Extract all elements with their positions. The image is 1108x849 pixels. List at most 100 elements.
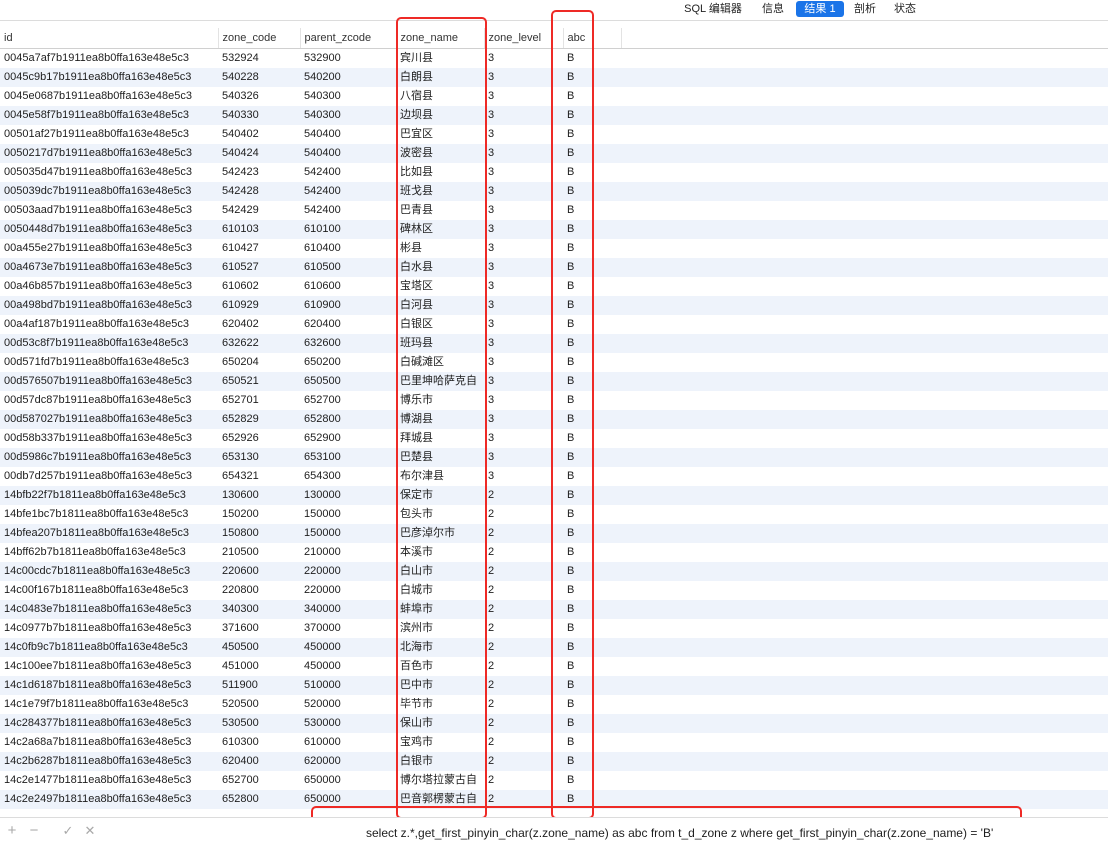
cell-abc[interactable]: B bbox=[563, 125, 621, 144]
cell-parent-zcode[interactable]: 150000 bbox=[300, 524, 396, 543]
tab-info[interactable]: 信息 bbox=[756, 1, 790, 17]
cell-abc[interactable]: B bbox=[563, 524, 621, 543]
cell-id[interactable]: 00d587027b1911ea8b0ffa163e48e5c3 bbox=[0, 410, 218, 429]
cell-parent-zcode[interactable]: 650000 bbox=[300, 771, 396, 790]
cell-zone-code[interactable]: 620402 bbox=[218, 315, 300, 334]
cell-zone-level[interactable]: 3 bbox=[484, 429, 563, 448]
cell-zone-name[interactable]: 彬县 bbox=[396, 239, 484, 258]
cell-zone-name[interactable]: 巴中市 bbox=[396, 676, 484, 695]
cell-id[interactable]: 14c00f167b1811ea8b0ffa163e48e5c3 bbox=[0, 581, 218, 600]
cell-id[interactable]: 0050448d7b1911ea8b0ffa163e48e5c3 bbox=[0, 220, 218, 239]
cell-zone-code[interactable]: 540402 bbox=[218, 125, 300, 144]
cell-zone-code[interactable]: 620400 bbox=[218, 752, 300, 771]
cell-abc[interactable]: B bbox=[563, 562, 621, 581]
table-row[interactable]: 14bfb22f7b1811ea8b0ffa163e48e5c3 130600 13… bbox=[0, 486, 1108, 505]
cell-zone-code[interactable]: 610103 bbox=[218, 220, 300, 239]
cell-parent-zcode[interactable]: 540400 bbox=[300, 125, 396, 144]
cell-parent-zcode[interactable]: 130000 bbox=[300, 486, 396, 505]
cell-abc[interactable]: B bbox=[563, 657, 621, 676]
table-row[interactable]: 0050217d7b1911ea8b0ffa163e48e5c3 540424 54… bbox=[0, 144, 1108, 163]
cell-zone-level[interactable]: 2 bbox=[484, 600, 563, 619]
cell-id[interactable]: 14c2a68a7b1811ea8b0ffa163e48e5c3 bbox=[0, 733, 218, 752]
cell-zone-name[interactable]: 北海市 bbox=[396, 638, 484, 657]
cell-id[interactable]: 0050217d7b1911ea8b0ffa163e48e5c3 bbox=[0, 144, 218, 163]
cell-zone-code[interactable]: 540424 bbox=[218, 144, 300, 163]
cell-parent-zcode[interactable]: 220000 bbox=[300, 562, 396, 581]
cell-id[interactable]: 00d57dc87b1911ea8b0ffa163e48e5c3 bbox=[0, 391, 218, 410]
table-row[interactable]: 00d57dc87b1911ea8b0ffa163e48e5c3 652701 65… bbox=[0, 391, 1108, 410]
table-row[interactable]: 00a4af187b1911ea8b0ffa163e48e5c3 620402 62… bbox=[0, 315, 1108, 334]
cell-abc[interactable]: B bbox=[563, 505, 621, 524]
cell-zone-level[interactable]: 3 bbox=[484, 163, 563, 182]
cell-zone-level[interactable]: 2 bbox=[484, 619, 563, 638]
table-row[interactable]: 14c1d6187b1811ea8b0ffa163e48e5c3 511900 51… bbox=[0, 676, 1108, 695]
cell-abc[interactable]: B bbox=[563, 448, 621, 467]
cell-parent-zcode[interactable]: 610900 bbox=[300, 296, 396, 315]
cell-id[interactable]: 0045c9b17b1911ea8b0ffa163e48e5c3 bbox=[0, 68, 218, 87]
column-header-zone-level[interactable]: zone_level bbox=[484, 28, 564, 49]
cell-id[interactable]: 00a4673e7b1911ea8b0ffa163e48e5c3 bbox=[0, 258, 218, 277]
cell-parent-zcode[interactable]: 542400 bbox=[300, 182, 396, 201]
cell-id[interactable]: 00d576507b1911ea8b0ffa163e48e5c3 bbox=[0, 372, 218, 391]
cell-parent-zcode[interactable]: 520000 bbox=[300, 695, 396, 714]
table-row[interactable]: 00db7d257b1911ea8b0ffa163e48e5c3 654321 65… bbox=[0, 467, 1108, 486]
cell-id[interactable]: 0045a7af7b1911ea8b0ffa163e48e5c3 bbox=[0, 48, 218, 68]
cell-parent-zcode[interactable]: 650500 bbox=[300, 372, 396, 391]
cell-zone-level[interactable]: 3 bbox=[484, 277, 563, 296]
cell-zone-level[interactable]: 3 bbox=[484, 106, 563, 125]
table-row[interactable]: 14c00f167b1811ea8b0ffa163e48e5c3 220800 22… bbox=[0, 581, 1108, 600]
cell-id[interactable]: 14c2e2497b1811ea8b0ffa163e48e5c3 bbox=[0, 790, 218, 809]
cell-zone-name[interactable]: 宾川县 bbox=[396, 48, 484, 68]
cell-zone-code[interactable]: 540228 bbox=[218, 68, 300, 87]
cell-zone-code[interactable]: 540330 bbox=[218, 106, 300, 125]
cell-zone-code[interactable]: 540326 bbox=[218, 87, 300, 106]
cell-zone-code[interactable]: 530500 bbox=[218, 714, 300, 733]
table-row[interactable]: 14c2e1477b1811ea8b0ffa163e48e5c3 652700 65… bbox=[0, 771, 1108, 790]
cell-zone-level[interactable]: 3 bbox=[484, 239, 563, 258]
cell-id[interactable]: 00db7d257b1911ea8b0ffa163e48e5c3 bbox=[0, 467, 218, 486]
cell-parent-zcode[interactable]: 542400 bbox=[300, 163, 396, 182]
cell-zone-level[interactable]: 3 bbox=[484, 48, 563, 68]
cell-parent-zcode[interactable]: 220000 bbox=[300, 581, 396, 600]
cell-abc[interactable]: B bbox=[563, 790, 621, 809]
cell-abc[interactable]: B bbox=[563, 315, 621, 334]
cell-zone-code[interactable]: 652701 bbox=[218, 391, 300, 410]
table-row[interactable]: 14c100ee7b1811ea8b0ffa163e48e5c3 451000 45… bbox=[0, 657, 1108, 676]
cell-zone-level[interactable]: 2 bbox=[484, 657, 563, 676]
table-row[interactable]: 005039dc7b1911ea8b0ffa163e48e5c3 542428 54… bbox=[0, 182, 1108, 201]
cell-id[interactable]: 00d571fd7b1911ea8b0ffa163e48e5c3 bbox=[0, 353, 218, 372]
cell-parent-zcode[interactable]: 510000 bbox=[300, 676, 396, 695]
table-row[interactable]: 00a455e27b1911ea8b0ffa163e48e5c3 610427 61… bbox=[0, 239, 1108, 258]
cell-zone-level[interactable]: 3 bbox=[484, 334, 563, 353]
cell-zone-level[interactable]: 3 bbox=[484, 258, 563, 277]
cell-zone-code[interactable]: 652829 bbox=[218, 410, 300, 429]
cell-abc[interactable]: B bbox=[563, 144, 621, 163]
cell-id[interactable]: 00501af27b1911ea8b0ffa163e48e5c3 bbox=[0, 125, 218, 144]
table-row[interactable]: 0045e0687b1911ea8b0ffa163e48e5c3 540326 54… bbox=[0, 87, 1108, 106]
table-row[interactable]: 14c284377b1811ea8b0ffa163e48e5c3 530500 53… bbox=[0, 714, 1108, 733]
cell-zone-name[interactable]: 保定市 bbox=[396, 486, 484, 505]
cell-parent-zcode[interactable]: 542400 bbox=[300, 201, 396, 220]
cell-zone-name[interactable]: 巴青县 bbox=[396, 201, 484, 220]
table-row[interactable]: 00d5986c7b1911ea8b0ffa163e48e5c3 653130 65… bbox=[0, 448, 1108, 467]
cell-abc[interactable]: B bbox=[563, 48, 621, 68]
cell-abc[interactable]: B bbox=[563, 714, 621, 733]
cell-zone-level[interactable]: 2 bbox=[484, 733, 563, 752]
cell-parent-zcode[interactable]: 652700 bbox=[300, 391, 396, 410]
cell-id[interactable]: 00d5986c7b1911ea8b0ffa163e48e5c3 bbox=[0, 448, 218, 467]
cell-abc[interactable]: B bbox=[563, 581, 621, 600]
cell-zone-code[interactable]: 610300 bbox=[218, 733, 300, 752]
cell-abc[interactable]: B bbox=[563, 733, 621, 752]
cell-abc[interactable]: B bbox=[563, 391, 621, 410]
table-row[interactable]: 00d58b337b1911ea8b0ffa163e48e5c3 652926 65… bbox=[0, 429, 1108, 448]
delete-row-icon[interactable]: − bbox=[26, 821, 42, 841]
cell-zone-name[interactable]: 博乐市 bbox=[396, 391, 484, 410]
cell-zone-name[interactable]: 白城市 bbox=[396, 581, 484, 600]
cell-zone-name[interactable]: 保山市 bbox=[396, 714, 484, 733]
cell-id[interactable]: 14c2e1477b1811ea8b0ffa163e48e5c3 bbox=[0, 771, 218, 790]
table-row[interactable]: 00a4673e7b1911ea8b0ffa163e48e5c3 610527 61… bbox=[0, 258, 1108, 277]
cell-zone-name[interactable]: 波密县 bbox=[396, 144, 484, 163]
cell-zone-level[interactable]: 2 bbox=[484, 543, 563, 562]
cell-abc[interactable]: B bbox=[563, 182, 621, 201]
cell-abc[interactable]: B bbox=[563, 543, 621, 562]
